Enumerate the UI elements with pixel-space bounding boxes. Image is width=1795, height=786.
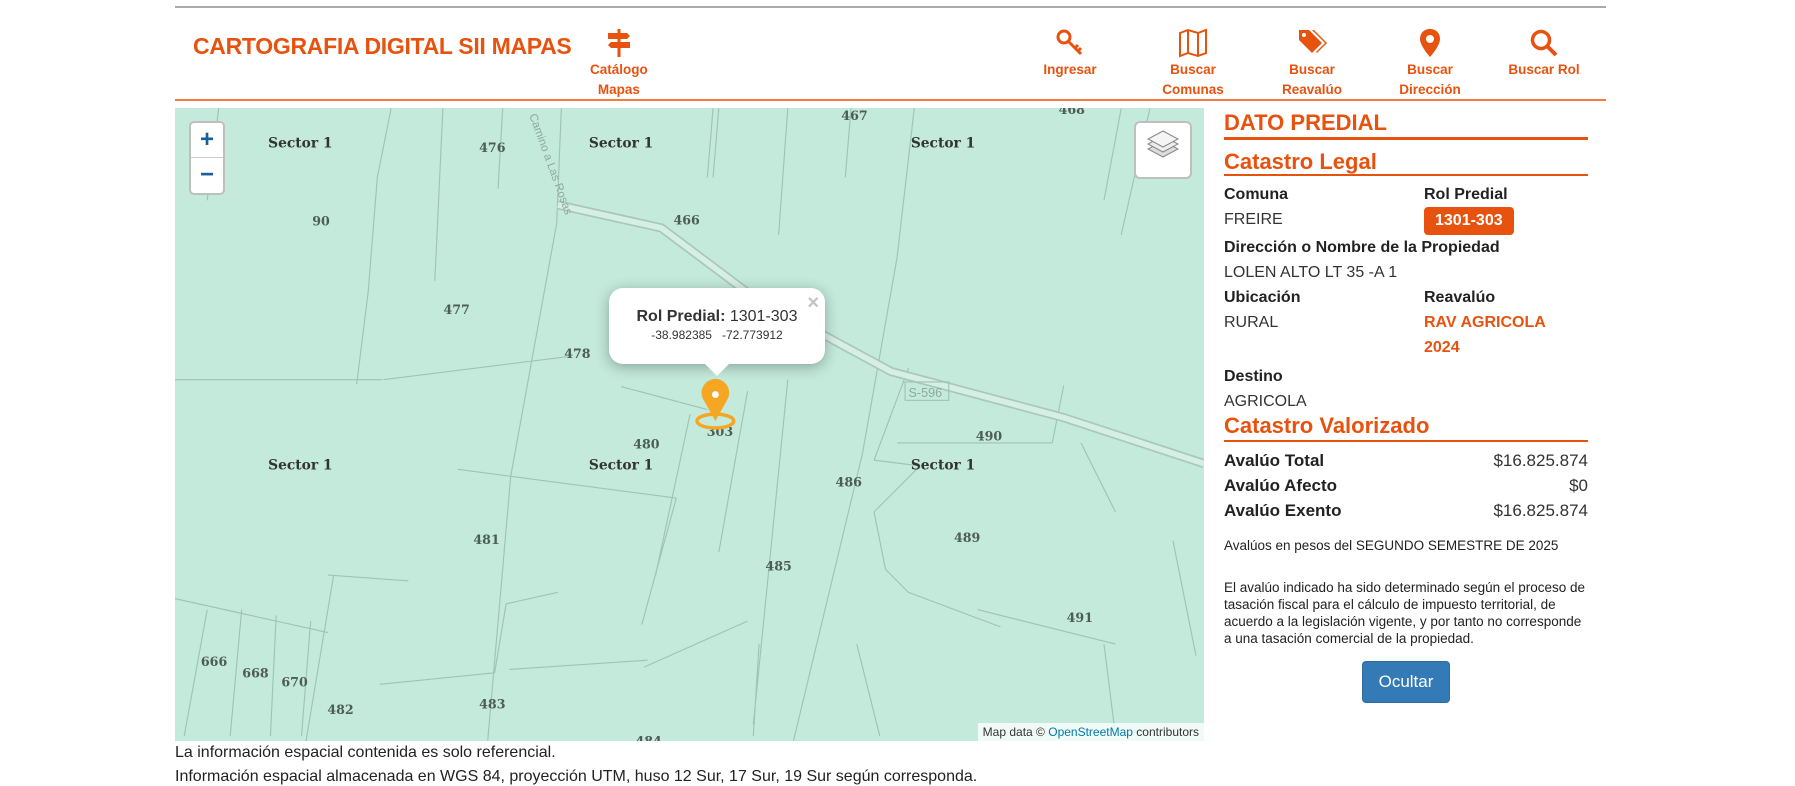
sector-label: Sector 1	[268, 457, 332, 473]
avaluo-total-row: Avalúo Total $16.825.874	[1224, 451, 1588, 470]
comuna-label: Comuna	[1224, 186, 1288, 203]
parcel-label[interactable]: 481	[473, 532, 499, 547]
parcel-label[interactable]: 480	[633, 437, 660, 452]
road-label: Camino a Las Rosas	[526, 112, 574, 217]
parcel-label[interactable]: 468	[1059, 108, 1086, 117]
road-code-label: S-596	[909, 386, 943, 400]
rol-badge: 1301-303	[1424, 207, 1514, 235]
parcel-label[interactable]: 484	[636, 733, 663, 741]
direccion-label: Dirección o Nombre de la Propiedad	[1224, 239, 1500, 256]
popup-lon: -72.773912	[722, 328, 783, 342]
parcel-label[interactable]: 486	[836, 475, 863, 490]
parcel-label[interactable]: 482	[327, 702, 353, 717]
parcel-label[interactable]: 467	[841, 108, 867, 123]
projection-text: Información espacial almacenada en WGS 8…	[175, 768, 978, 785]
zoom-control: + −	[189, 121, 225, 195]
popup-rol: 1301-303	[729, 308, 798, 325]
nav-buscar-comunas[interactable]: Buscar Comunas	[1153, 28, 1233, 100]
popup-close-button[interactable]: ×	[807, 292, 819, 315]
layers-button[interactable]	[1134, 121, 1192, 179]
sector-label: Sector 1	[268, 135, 332, 151]
avaluo-exento-row: Avalúo Exento $16.825.874	[1224, 501, 1588, 520]
parcel-label[interactable]: 483	[479, 696, 505, 711]
sector-label: Sector 1	[911, 135, 975, 151]
parcel-label[interactable]: 477	[444, 302, 470, 317]
reavaluo-label: Reavalúo	[1424, 289, 1496, 306]
panel-title: DATO PREDIAL	[1224, 108, 1588, 140]
disclaimer-text: La información espacial contenida es sol…	[175, 744, 556, 761]
search-icon	[1530, 29, 1558, 57]
nav-ingresar[interactable]: Ingresar	[1040, 28, 1100, 80]
nav-buscar-reavaluo[interactable]: Buscar Reavalúo	[1272, 28, 1352, 100]
nav-catalogo-mapas[interactable]: Catálogo Mapas	[590, 28, 648, 100]
catastro-valorizado-heading: Catastro Valorizado	[1224, 414, 1588, 442]
map-icon	[1179, 28, 1207, 58]
comuna-value: FREIRE	[1224, 211, 1283, 228]
layers-icon	[1146, 130, 1180, 158]
parcel-label[interactable]: 489	[954, 530, 980, 545]
map-marker-pin[interactable]	[695, 378, 736, 430]
top-divider	[175, 6, 1606, 8]
key-icon	[1056, 29, 1083, 56]
rol-label: Rol Predial	[1424, 186, 1508, 203]
zoom-out-button[interactable]: −	[191, 158, 223, 193]
map-attribution: Map data © OpenStreetMap contributors	[977, 723, 1204, 741]
parcel-label[interactable]: 485	[765, 559, 791, 574]
destino-label: Destino	[1224, 368, 1283, 385]
nav-buscar-direccion[interactable]: Buscar Dirección	[1390, 28, 1470, 100]
ubicacion-label: Ubicación	[1224, 289, 1301, 306]
parcel-label[interactable]: 90	[312, 214, 330, 229]
parcel-label[interactable]: 490	[976, 429, 1003, 444]
header-divider	[175, 99, 1606, 101]
property-panel: DATO PREDIAL Catastro Legal Comuna Rol P…	[1224, 108, 1588, 703]
parcel-label[interactable]: 478	[564, 346, 591, 361]
parcel-layer: Camino a Las Rosas S-596 Sector 1 Sector …	[175, 108, 1204, 741]
signpost-icon	[607, 29, 630, 57]
popup-lat: -38.982385	[651, 328, 712, 342]
parcel-label[interactable]: 668	[242, 665, 269, 680]
destino-value: AGRICOLA	[1224, 393, 1307, 410]
parcel-label[interactable]: 466	[673, 212, 700, 227]
tags-icon	[1299, 30, 1327, 53]
avaluo-afecto-row: Avalúo Afecto $0	[1224, 476, 1588, 495]
app-title[interactable]: CARTOGRAFIA DIGITAL SII MAPAS	[193, 33, 572, 60]
direccion-value: LOLEN ALTO LT 35 -A 1	[1224, 264, 1398, 281]
map-view[interactable]: Camino a Las Rosas S-596 Sector 1 Sector …	[175, 108, 1204, 741]
ocultar-button[interactable]: Ocultar	[1362, 661, 1450, 703]
zoom-in-button[interactable]: +	[191, 123, 223, 158]
reavaluo-value[interactable]: RAV AGRICOLA 2024	[1424, 310, 1588, 360]
popup-label: Rol Predial:	[636, 308, 726, 325]
map-marker-icon	[1420, 29, 1440, 57]
sector-label: Sector 1	[589, 457, 653, 473]
map-popup: × Rol Predial: 1301-303 -38.982385 -72.7…	[609, 288, 825, 376]
parcel-label[interactable]: 666	[201, 654, 228, 669]
semestre-note: Avalúos en pesos del SEGUNDO SEMESTRE DE…	[1224, 538, 1559, 553]
sector-label: Sector 1	[589, 135, 653, 151]
parcel-label[interactable]: 670	[281, 675, 308, 690]
nav-buscar-rol[interactable]: Buscar Rol	[1504, 28, 1584, 80]
sector-label: Sector 1	[911, 457, 975, 473]
catastro-legal-heading: Catastro Legal	[1224, 140, 1588, 176]
osm-link[interactable]: OpenStreetMap	[1048, 725, 1133, 739]
parcel-label[interactable]: 476	[479, 140, 506, 155]
parcel-label[interactable]: 491	[1067, 610, 1093, 625]
ubicacion-value: RURAL	[1224, 314, 1279, 331]
avaluo-disclaimer: El avalúo indicado ha sido determinado s…	[1224, 580, 1585, 646]
